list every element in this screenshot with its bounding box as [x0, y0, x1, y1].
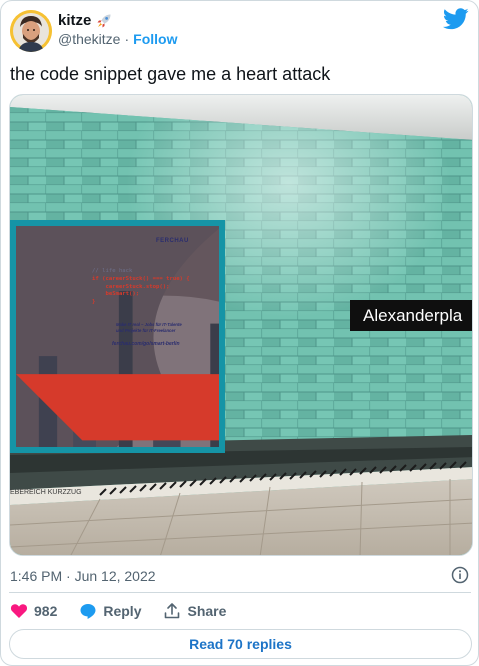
code-line: beSmart(); — [92, 291, 140, 298]
separator-dot: · — [124, 31, 130, 47]
reply-label: Reply — [103, 603, 142, 619]
heart-icon — [10, 604, 28, 618]
ferchau-logo-icon — [16, 374, 219, 441]
code-comment: // life hack — [92, 268, 133, 274]
share-label: Share — [187, 603, 227, 619]
reply-bubble-icon — [80, 604, 96, 619]
read-replies-button[interactable]: Read 70 replies — [9, 629, 472, 659]
like-button[interactable]: 982 — [10, 602, 57, 620]
tweet-timestamp[interactable]: 1:46 PM · Jun 12, 2022 — [10, 568, 156, 584]
share-icon — [165, 603, 180, 619]
station-sign: Alexanderpla — [350, 300, 472, 331]
ad-tagline: Make IT real – Jobs für IT-Talente und P… — [116, 322, 182, 333]
follow-link[interactable]: Follow — [133, 31, 177, 47]
avatar[interactable] — [10, 10, 52, 52]
tweet-text: the code snippet gave me a heart attack — [10, 64, 331, 84]
author-handle-row: @thekitze · Follow — [58, 31, 177, 47]
rocket-icon — [97, 14, 111, 27]
author-display-name[interactable]: kitze — [58, 12, 91, 29]
floor-marking-text: EBEREICH KURZZUG — [10, 489, 82, 496]
code-line: } — [92, 299, 96, 306]
twitter-logo-icon[interactable] — [443, 8, 469, 30]
share-button[interactable]: Share — [163, 602, 226, 620]
tweet-actions: 982 Reply Share — [10, 601, 248, 621]
code-line: careerStuck.stop(); — [92, 283, 170, 290]
tweet-card: kitze @thekitze · Follow the code snippe… — [0, 0, 479, 666]
ferchau-advertisement: FERCHAU // life hack if (careerStuck() =… — [10, 220, 225, 453]
ad-code-snippet: // life hack if (careerStuck() === true)… — [92, 268, 190, 307]
author-name-row: kitze — [58, 12, 112, 29]
ad-url: ferchau.com/go/smart-berlin — [112, 341, 180, 347]
divider — [9, 592, 471, 593]
author-handle[interactable]: @thekitze — [58, 31, 120, 47]
code-line: if (careerStuck() === true) { — [92, 275, 190, 282]
reply-button[interactable]: Reply — [79, 602, 141, 620]
info-icon[interactable] — [451, 566, 469, 584]
like-count: 982 — [34, 603, 58, 619]
tweet-photo[interactable]: Alexanderpla FERCHAU // life hack if (ca… — [9, 94, 473, 556]
